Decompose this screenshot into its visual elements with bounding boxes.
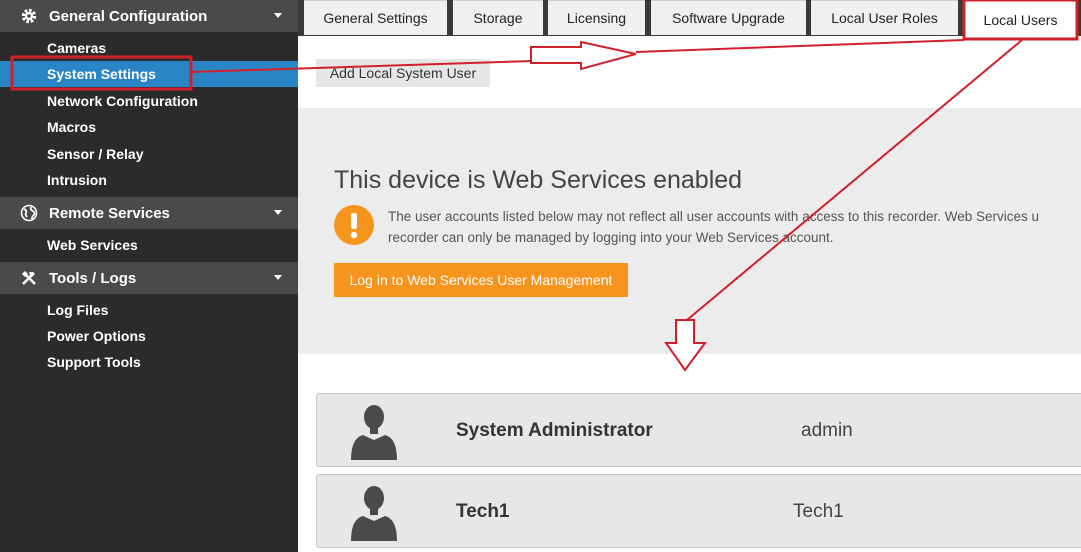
sidebar-item-system-settings[interactable]: System Settings (0, 61, 298, 87)
sidebar-item-support-tools[interactable]: Support Tools (0, 349, 298, 375)
message-line-1: The user accounts listed below may not r… (388, 209, 1040, 224)
user-login: Tech1 (793, 501, 844, 522)
tab-software-upgrade[interactable]: Software Upgrade (651, 0, 806, 35)
web-services-message: The user accounts listed below may not r… (388, 206, 1081, 248)
user-row[interactable]: System Administrator admin (316, 393, 1081, 467)
user-avatar-icon (347, 400, 401, 460)
sidebar-item-power-options[interactable]: Power Options (0, 323, 298, 349)
warning-icon (334, 205, 374, 245)
tab-general-settings[interactable]: General Settings (304, 0, 447, 35)
tab-local-users[interactable]: Local Users (964, 0, 1077, 38)
chevron-down-icon[interactable] (274, 275, 282, 280)
web-services-title: This device is Web Services enabled (334, 166, 743, 194)
sidebar-item-intrusion[interactable]: Intrusion (0, 167, 298, 193)
web-services-login-button[interactable]: Log in to Web Services User Management (334, 263, 628, 297)
gear-icon (19, 6, 39, 26)
sidebar-item-network-configuration[interactable]: Network Configuration (0, 88, 298, 114)
user-avatar-icon (347, 481, 401, 541)
section-title: Remote Services (49, 204, 170, 222)
main-content: Add Local System User This device is Web… (298, 36, 1081, 552)
globe-icon (19, 203, 39, 223)
chevron-down-icon[interactable] (274, 13, 282, 18)
tools-icon (19, 268, 39, 288)
section-tools-logs[interactable]: Tools / Logs (0, 262, 298, 294)
sidebar-item-web-services[interactable]: Web Services (0, 232, 298, 258)
sidebar: General Configuration Cameras System Set… (0, 0, 298, 552)
section-title: Tools / Logs (49, 269, 137, 287)
tab-storage[interactable]: Storage (453, 0, 543, 35)
section-general-configuration[interactable]: General Configuration (0, 0, 298, 32)
add-local-system-user-button[interactable]: Add Local System User (316, 59, 490, 87)
section-remote-services[interactable]: Remote Services (0, 197, 298, 229)
user-name: System Administrator (456, 420, 653, 441)
section-title: General Configuration (49, 7, 208, 25)
sidebar-item-macros[interactable]: Macros (0, 114, 298, 140)
chevron-down-icon[interactable] (274, 210, 282, 215)
sidebar-item-log-files[interactable]: Log Files (0, 297, 298, 323)
tab-licensing[interactable]: Licensing (548, 0, 645, 35)
sidebar-item-cameras[interactable]: Cameras (0, 35, 298, 61)
user-row[interactable]: Tech1 Tech1 (316, 474, 1081, 548)
tab-bar: General Settings Storage Licensing Softw… (298, 0, 1081, 38)
user-name: Tech1 (456, 501, 510, 522)
tab-local-user-roles[interactable]: Local User Roles (811, 0, 958, 35)
sidebar-item-sensor-relay[interactable]: Sensor / Relay (0, 141, 298, 167)
user-login: admin (801, 420, 853, 441)
web-services-panel: This device is Web Services enabled The … (298, 108, 1081, 354)
message-line-2: recorder can only be managed by logging … (388, 230, 834, 245)
